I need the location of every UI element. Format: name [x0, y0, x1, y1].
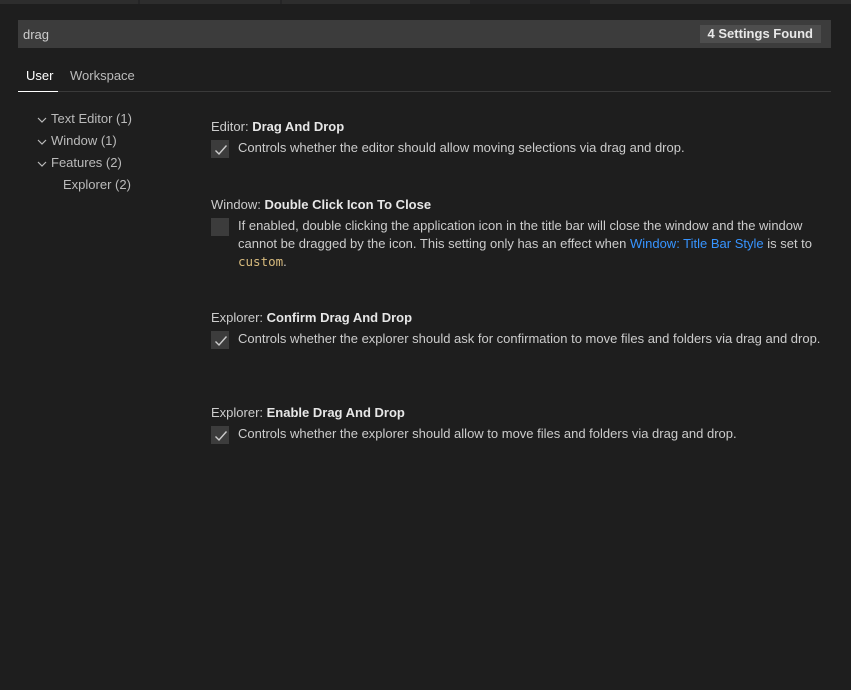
- title-bar-style-link[interactable]: Window: Title Bar Style: [630, 236, 764, 251]
- setting-description: If enabled, double clicking the applicat…: [238, 218, 813, 269]
- setting-name: Double Click Icon To Close: [264, 197, 432, 212]
- setting-description: Controls whether the explorer should ask…: [238, 331, 821, 346]
- settings-table-of-contents: Text Editor (1) Window (1) Features (2) …: [36, 108, 196, 196]
- setting-category: Explorer:: [211, 310, 267, 325]
- toc-item-label: Features (2): [51, 155, 122, 170]
- toc-item-features[interactable]: Features (2): [36, 152, 196, 174]
- setting-checkbox[interactable]: [211, 140, 229, 158]
- toc-item-text-editor[interactable]: Text Editor (1): [36, 108, 196, 130]
- chevron-down-icon: [37, 153, 51, 175]
- scope-tabs: User Workspace: [17, 62, 831, 92]
- checkmark-icon: [215, 145, 228, 156]
- setting-explorer-confirm-drag-and-drop: Explorer: Confirm Drag And Drop Controls…: [211, 309, 826, 349]
- toc-item-explorer[interactable]: Explorer (2): [36, 174, 196, 196]
- settings-search-bar: 4 Settings Found: [18, 20, 831, 48]
- setting-checkbox[interactable]: [211, 218, 229, 236]
- toc-item-label: Window (1): [51, 133, 117, 148]
- setting-title: Explorer: Enable Drag And Drop: [211, 404, 826, 422]
- toc-item-label: Text Editor (1): [51, 111, 132, 126]
- setting-name: Enable Drag And Drop: [266, 405, 405, 420]
- tab-workspace[interactable]: Workspace: [70, 68, 135, 83]
- setting-checkbox[interactable]: [211, 331, 229, 349]
- editor-tab[interactable]: [590, 0, 851, 4]
- editor-tab[interactable]: [282, 0, 470, 4]
- toc-item-label: Explorer (2): [63, 177, 131, 192]
- setting-title: Window: Double Click Icon To Close: [211, 196, 826, 214]
- chevron-down-icon: [37, 131, 51, 153]
- editor-tab[interactable]: [0, 0, 138, 4]
- editor-tab-strip: [0, 0, 851, 4]
- setting-editor-drag-and-drop: Editor: Drag And Drop Controls whether t…: [211, 118, 826, 158]
- setting-explorer-enable-drag-and-drop: Explorer: Enable Drag And Drop Controls …: [211, 404, 826, 444]
- chevron-down-icon: [37, 109, 51, 131]
- toc-item-window[interactable]: Window (1): [36, 130, 196, 152]
- settings-found-badge: 4 Settings Found: [699, 25, 821, 43]
- setting-category: Editor:: [211, 119, 253, 134]
- checkmark-icon: [215, 336, 228, 347]
- code-value: custom: [238, 254, 284, 269]
- checkmark-icon: [215, 431, 228, 442]
- tab-user[interactable]: User: [17, 68, 59, 92]
- settings-search-input[interactable]: [18, 20, 678, 48]
- setting-title: Editor: Drag And Drop: [211, 118, 826, 136]
- setting-checkbox[interactable]: [211, 426, 229, 444]
- setting-category: Window:: [211, 197, 265, 212]
- setting-title: Explorer: Confirm Drag And Drop: [211, 309, 826, 327]
- setting-name: Confirm Drag And Drop: [266, 310, 413, 325]
- editor-tab[interactable]: [140, 0, 280, 4]
- setting-window-double-click-icon-to-close: Window: Double Click Icon To Close If en…: [211, 196, 826, 271]
- setting-name: Drag And Drop: [252, 119, 345, 134]
- setting-description: Controls whether the editor should allow…: [238, 140, 685, 155]
- setting-description: Controls whether the explorer should all…: [238, 426, 737, 441]
- setting-category: Explorer:: [211, 405, 267, 420]
